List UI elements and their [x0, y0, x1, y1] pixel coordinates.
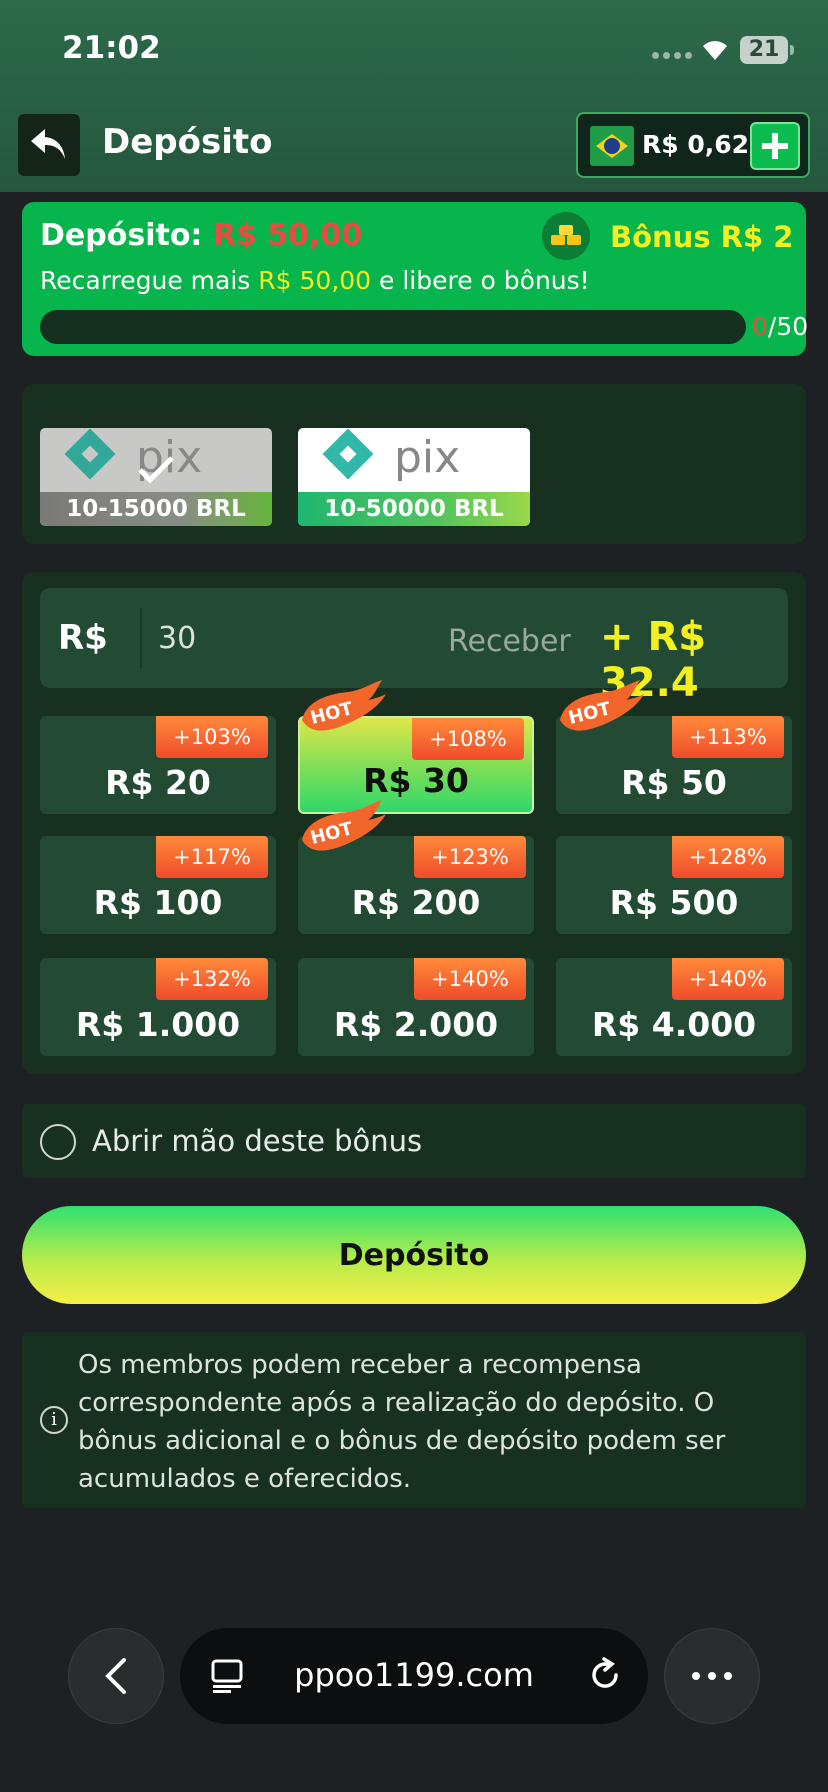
app-header: 21:02 21 Depósito R$ 0,62	[0, 0, 828, 192]
progress-total: /50	[767, 312, 809, 341]
battery-tip	[790, 45, 794, 55]
payment-range: 10-15000 BRL	[40, 492, 272, 526]
amount-option[interactable]: +128% R$ 500	[556, 836, 792, 934]
bonus-card: Depósito: R$ 50,00 Bônus R$ 2 Recarregue…	[22, 202, 808, 356]
amount-input[interactable]	[158, 616, 358, 660]
bonus-deposit-label: Depósito:	[40, 218, 203, 253]
bonus-message-pre: Recarregue mais	[40, 266, 259, 295]
bonus-badge: +123%	[414, 836, 526, 878]
amount-option-label: R$ 30	[363, 761, 469, 800]
amount-section: R$ Receber + R$ 32.4 +103% R$ 20 +108% R…	[22, 572, 806, 1074]
reload-icon[interactable]	[586, 1656, 624, 1694]
browser-back-button[interactable]	[68, 1628, 164, 1724]
info-text: Os membros podem receber a recompensa co…	[78, 1350, 726, 1494]
bonus-badge: +132%	[156, 958, 268, 1000]
forfeit-bonus-option[interactable]: Abrir mão deste bônus	[22, 1104, 806, 1178]
hot-flame-icon: HOT	[302, 680, 386, 731]
payment-method-pix-1[interactable]: pix 10-15000 BRL	[40, 428, 272, 526]
amount-input-box: R$ Receber + R$ 32.4	[40, 588, 788, 706]
more-dot	[708, 1672, 716, 1680]
currency-label: R$	[58, 618, 108, 658]
status-time: 21:02	[62, 30, 161, 66]
browser-more-button[interactable]	[664, 1628, 760, 1724]
bonus-badge: +140%	[414, 958, 526, 1000]
bonus-badge: +103%	[156, 716, 268, 758]
more-dot	[724, 1672, 732, 1680]
chevron-left-icon	[105, 1658, 126, 1694]
amount-option[interactable]: +117% R$ 100	[40, 836, 276, 934]
bonus-message-amount: R$ 50,00	[258, 266, 372, 295]
hot-flame-icon: HOT	[560, 680, 644, 731]
amount-option[interactable]: +132% R$ 1.000	[40, 958, 276, 1056]
progress-current: 0	[752, 312, 768, 341]
bonus-badge: +128%	[672, 836, 784, 878]
balance-value: R$ 0,62	[642, 130, 750, 159]
bonus-message: Recarregue mais R$ 50,00 e libere o bônu…	[40, 266, 590, 295]
bonus-deposit-amount: R$ 50,00	[212, 218, 363, 253]
amount-option-label: R$ 1.000	[75, 1005, 241, 1044]
divider	[140, 608, 142, 668]
payment-methods: pix 10-15000 BRL pix 10-50000 BRL	[22, 384, 806, 544]
bonus-message-post: e libere o bônus!	[371, 266, 590, 295]
forfeit-bonus-label: Abrir mão deste bônus	[92, 1124, 423, 1158]
info-icon: i	[40, 1406, 68, 1434]
more-dot	[692, 1672, 700, 1680]
amount-option-label: R$ 4.000	[591, 1005, 757, 1044]
wallet-balance: R$ 0,62	[576, 112, 810, 178]
bonus-progress-text: 0/50	[752, 312, 808, 341]
bonus-badge: +117%	[156, 836, 268, 878]
amount-option-label: R$ 2.000	[333, 1005, 499, 1044]
info-box: i Os membros podem receber a recompensa …	[22, 1332, 806, 1508]
amount-option-label: R$ 20	[105, 763, 211, 802]
bonus-badge: +113%	[672, 716, 784, 758]
check-icon	[138, 456, 174, 484]
forfeit-bonus-radio[interactable]	[40, 1124, 76, 1160]
bonus-badge: +108%	[412, 718, 524, 760]
amount-option-label: R$ 500	[609, 883, 739, 922]
bonus-badge: +140%	[672, 958, 784, 1000]
payment-range: 10-50000 BRL	[298, 492, 530, 526]
amount-option[interactable]: +103% R$ 20	[40, 716, 276, 814]
add-balance-button[interactable]	[750, 122, 800, 170]
signal-icon	[652, 52, 692, 59]
amount-option-label: R$ 100	[93, 883, 223, 922]
amount-option-label: R$ 50	[621, 763, 727, 802]
amount-option[interactable]: +140% R$ 4.000	[556, 958, 792, 1056]
gold-coins-icon	[542, 212, 590, 260]
bonus-amount: Bônus R$ 2	[610, 220, 794, 254]
browser-url-bar[interactable]: ppoo1199.com	[180, 1628, 648, 1724]
svg-text:pix: pix	[394, 432, 460, 483]
back-arrow-icon	[31, 129, 65, 159]
url-text: ppoo1199.com	[294, 1656, 534, 1694]
back-button[interactable]	[18, 114, 80, 176]
deposit-button[interactable]: Depósito	[22, 1206, 806, 1304]
battery-icon: 21	[740, 36, 788, 64]
payment-method-pix-2[interactable]: pix 10-50000 BRL	[298, 428, 530, 526]
page-title: Depósito	[102, 122, 273, 162]
wifi-icon	[703, 41, 727, 60]
bonus-progress-bar	[40, 310, 746, 344]
bonus-deposit: Depósito: R$ 50,00	[40, 218, 362, 253]
pix-logo-icon: pix	[322, 428, 460, 483]
receive-label: Receber	[448, 624, 571, 659]
brazil-flag-icon	[590, 126, 634, 166]
plus-icon	[762, 133, 788, 159]
hot-flame-icon: HOT	[302, 800, 386, 851]
amount-option-label: R$ 200	[351, 883, 481, 922]
amount-option[interactable]: +140% R$ 2.000	[298, 958, 534, 1056]
